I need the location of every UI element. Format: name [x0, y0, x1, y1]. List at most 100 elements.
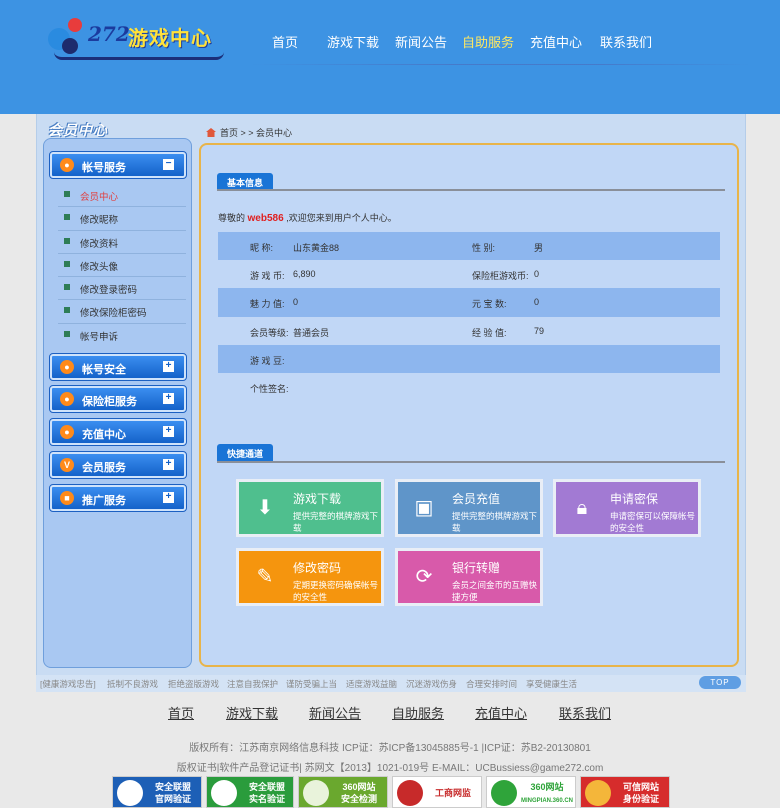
section-divider [217, 461, 725, 463]
badge-trusted-site[interactable]: 可信网站 身份验证 [580, 776, 670, 808]
tile-change-password[interactable]: ✎ 修改密码 定期更换密码确保帐号的安全性 [236, 548, 384, 606]
footer-link-self-service[interactable]: 自助服务 [392, 703, 444, 722]
magnifier-icon [303, 780, 329, 806]
badge-realname-verify[interactable]: 安全联盟 实名验证 [206, 776, 294, 808]
bullet-icon [64, 237, 70, 244]
logo-number-ball-icon [68, 18, 82, 32]
health-title: [健康游戏忠告] [40, 679, 96, 689]
trust-seal-icon [585, 780, 611, 806]
logo-swoosh [54, 52, 224, 60]
sub-item-member-center[interactable]: 会员中心 [58, 184, 186, 208]
sidebar-section-security[interactable]: ● 帐号安全 + [49, 353, 187, 381]
padlock-icon: 🔒︎ [576, 497, 588, 519]
field-label: 游 戏 币: [250, 271, 285, 282]
breadcrumb-current: 会员中心 [256, 128, 293, 138]
badge-official-verify[interactable]: 安全联盟 官网验证 [112, 776, 202, 808]
field-label: 个性签名: [250, 383, 289, 394]
copyright-text: 版权所有：江苏南京网络信息科技 ICP证：苏ICP备13045885号-1 |I… [189, 743, 591, 754]
field-label: 会员等级: [250, 327, 289, 338]
field-label: 昵 称: [250, 243, 274, 253]
breadcrumb-home[interactable]: 首页 [220, 128, 238, 138]
expand-icon[interactable]: + [163, 459, 174, 470]
field-label: 经 验 值: [472, 327, 507, 338]
nav-download[interactable]: 游戏下载 [327, 32, 395, 51]
tile-member-recharge[interactable]: ▣ 会员充值 提供完整的棋牌游戏下载 [395, 479, 543, 537]
sidebar-section-recharge[interactable]: ● 充值中心 + [49, 418, 187, 446]
expand-icon[interactable]: + [163, 492, 174, 503]
info-row: 游 戏 币: 6,890 保险柜游戏币: 0 [218, 260, 720, 288]
tile-title: 游戏下载 [293, 492, 342, 506]
nav-self-service[interactable]: 自助服务 [462, 32, 530, 51]
badge-text: 360网站 MINGPIAN.360.CN [521, 782, 574, 804]
sidebar-section-safe[interactable]: ● 保险柜服务 + [49, 385, 187, 413]
sub-item-appeal[interactable]: 帐号申诉 [58, 324, 186, 347]
health-item: 适度游戏益脑 [346, 679, 398, 689]
sub-item-login-password[interactable]: 修改登录密码 [58, 277, 186, 301]
coin-icon: ● [60, 425, 74, 439]
username: web586 [247, 213, 284, 224]
info-row: 个性签名: [218, 373, 720, 401]
field-label: 保险柜游戏币: [472, 271, 529, 282]
expand-icon[interactable]: + [163, 426, 174, 437]
site-logo[interactable]: 272 游戏中心 [44, 16, 224, 64]
back-to-top-button[interactable]: TOP [699, 676, 741, 689]
footer-link-recharge[interactable]: 充值中心 [475, 703, 527, 722]
sidebar-section-account[interactable]: ● 帐号服务 − [49, 151, 187, 179]
safe-icon: ● [60, 392, 74, 406]
site-header: 272 游戏中心 首页 游戏下载 新闻公告 自助服务 充值中心 联系我们 [0, 0, 780, 114]
health-item: 拒绝盗版游戏 [168, 679, 220, 689]
section-divider [217, 189, 725, 191]
tile-title: 会员充值 [452, 492, 501, 506]
sub-item-profile[interactable]: 修改资料 [58, 231, 186, 254]
nav-underline [250, 64, 750, 65]
sidebar-section-promo[interactable]: ■ 推广服务 + [49, 484, 187, 512]
tile-apply-security[interactable]: 🔒︎ 申请密保 申请密保可以保障帐号的安全性 [553, 479, 701, 537]
badge-text: 安全联盟 实名验证 [248, 782, 285, 804]
field-value: 79 [534, 325, 545, 336]
monitor-icon: ■ [60, 491, 74, 505]
expand-icon[interactable]: + [163, 361, 174, 372]
footer-link-news[interactable]: 新闻公告 [309, 703, 361, 722]
tile-desc: 会员之间金币的互赠快捷方便 [452, 580, 538, 602]
collapse-icon[interactable]: − [163, 159, 174, 170]
badge-360-mingpian[interactable]: 360网站 MINGPIAN.360.CN [486, 776, 576, 808]
welcome-text: 尊敬的 web586 ,欢迎您来到用户个人中心。 [218, 211, 397, 224]
badge-business-monitor[interactable]: 工商网监 [392, 776, 482, 808]
sub-item-nickname[interactable]: 修改昵称 [58, 207, 186, 231]
footer-link-download[interactable]: 游戏下载 [226, 703, 278, 722]
tile-title: 申请密保 [610, 492, 659, 506]
section-label: 推广服务 [82, 495, 126, 507]
sub-item-safe-password[interactable]: 修改保险柜密码 [58, 300, 186, 324]
info-row: 魅 力 值: 0 元 宝 数: 0 [218, 288, 720, 317]
nav-news[interactable]: 新闻公告 [395, 32, 462, 51]
home-icon [206, 128, 216, 137]
field-value: 山东黄金88 [293, 243, 340, 253]
health-advice-bar: [健康游戏忠告] 抵制不良游戏 拒绝盗版游戏 注意自我保护 谨防受骗上当 适度游… [36, 675, 746, 692]
main-nav: 首页 游戏下载 新闻公告 自助服务 充值中心 联系我们 [272, 32, 660, 51]
field-label: 游 戏 豆: [250, 355, 285, 366]
shield-icon [211, 780, 237, 806]
sub-item-avatar[interactable]: 修改头像 [58, 254, 186, 278]
field-value: 普通会员 [293, 327, 330, 338]
bullet-icon [64, 191, 70, 197]
user-icon: ● [60, 158, 74, 172]
emblem-icon [397, 780, 423, 806]
badge-text: 安全联盟 官网验证 [154, 782, 191, 804]
nav-recharge[interactable]: 充值中心 [530, 32, 600, 51]
nav-contact[interactable]: 联系我们 [600, 32, 660, 51]
field-label: 魅 力 值: [250, 299, 285, 310]
download-icon: ⬇ [256, 497, 274, 519]
tile-bank-transfer[interactable]: ⟳ 银行转赠 会员之间金币的互赠快捷方便 [395, 548, 543, 606]
section-label: 会员服务 [82, 462, 126, 474]
health-item: 注意自我保护 [227, 679, 279, 689]
footer-link-home[interactable]: 首页 [168, 703, 194, 722]
tile-game-download[interactable]: ⬇ 游戏下载 提供完整的棋牌游戏下载 [236, 479, 384, 537]
badge-360-security[interactable]: 360网站 安全检测 [298, 776, 388, 808]
badge-text: 工商网监 [434, 788, 471, 798]
expand-icon[interactable]: + [163, 393, 174, 404]
footer-link-contact[interactable]: 联系我们 [559, 703, 611, 722]
sidebar-section-vip[interactable]: V 会员服务 + [49, 451, 187, 479]
bullet-icon [64, 214, 70, 221]
nav-home[interactable]: 首页 [272, 32, 327, 51]
transfer-icon: ⟳ [415, 566, 433, 588]
